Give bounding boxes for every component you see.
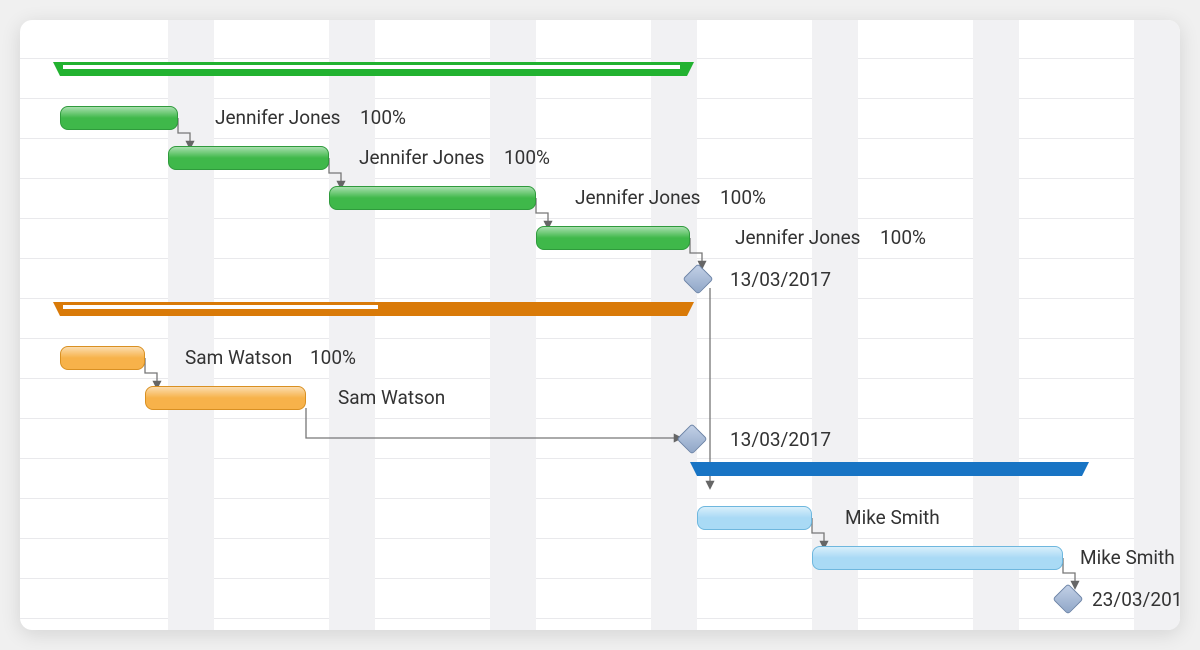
task-percent: 100%: [880, 226, 926, 249]
task-bar[interactable]: [60, 106, 178, 130]
task-percent: 100%: [360, 106, 406, 129]
milestone-label: 13/03/2017: [730, 268, 831, 291]
task-bar[interactable]: [697, 506, 812, 530]
gantt-chart: Jennifer Jones 100% Jennifer Jones 100% …: [20, 20, 1180, 630]
task-percent: 100%: [720, 186, 766, 209]
milestone-label: 23/03/2017: [1092, 588, 1180, 611]
task-assignee: Sam Watson: [185, 346, 292, 369]
task-assignee: Jennifer Jones: [359, 146, 484, 169]
task-assignee: Mike Smith: [845, 506, 940, 529]
task-assignee: Mike Smith: [1080, 546, 1175, 569]
task-bar[interactable]: [812, 546, 1063, 570]
task-bar[interactable]: [536, 226, 690, 250]
task-assignee: Jennifer Jones: [215, 106, 340, 129]
task-bar[interactable]: [145, 386, 306, 410]
task-percent: 100%: [310, 346, 356, 369]
task-assignee: Jennifer Jones: [735, 226, 860, 249]
task-bar[interactable]: [168, 146, 329, 170]
milestone-label: 13/03/2017: [730, 428, 831, 451]
task-bar[interactable]: [60, 346, 145, 370]
summary-bar-group-a[interactable]: [60, 62, 687, 76]
milestone-icon[interactable]: [676, 423, 707, 454]
summary-bar-group-c[interactable]: [697, 462, 1082, 476]
task-percent: 100%: [504, 146, 550, 169]
task-bar[interactable]: [329, 186, 536, 210]
task-assignee: Sam Watson: [338, 386, 445, 409]
task-assignee: Jennifer Jones: [575, 186, 700, 209]
milestone-icon[interactable]: [682, 263, 713, 294]
summary-bar-group-b[interactable]: [60, 302, 687, 316]
milestone-icon[interactable]: [1052, 583, 1083, 614]
